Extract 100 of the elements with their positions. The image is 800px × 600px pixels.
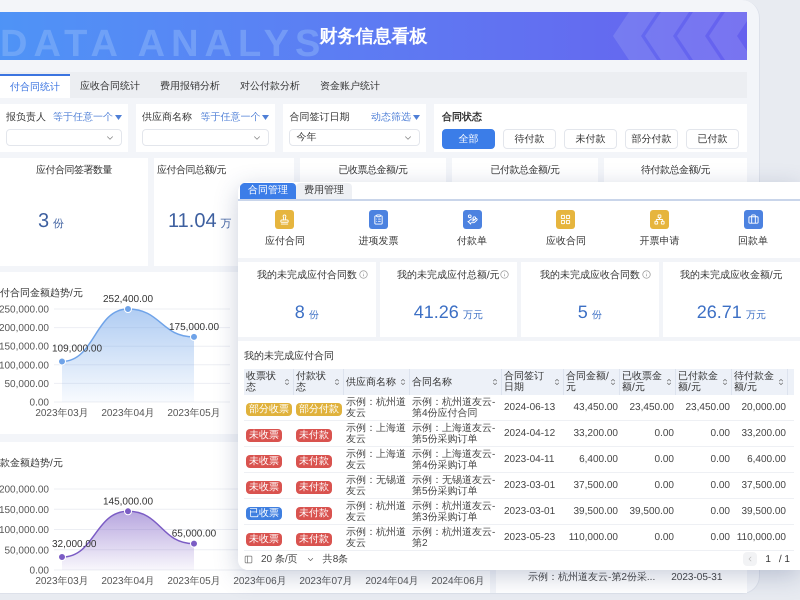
data-label: 145,000.00 [102,496,154,508]
x-tick-label: 2023年03月 [35,576,89,587]
table-cell-text: 2023-05-31 [671,571,722,585]
tab[interactable]: 费用管理 [296,182,352,199]
shortcut-button[interactable]: 付款单 [425,210,519,249]
stat-value: 41.26 [414,300,459,324]
y-tick-label: 50,000.00 [4,378,49,390]
sort-icon [333,378,341,386]
stat-value: 26.71 [696,300,742,324]
x-tick-label: 2024年04月 [365,576,419,587]
sort-icon [721,378,729,386]
panel-icon[interactable] [244,554,253,564]
column-header: 合同名称 [412,376,452,388]
column-header: 已收票金额/元 [622,371,663,393]
table-cell-text: 2023-05-23 [503,532,556,543]
x-tick-label: 2023年04月 [101,408,155,419]
select-field[interactable] [142,129,270,146]
table-cell-text: 39,500.00 [740,506,787,517]
table-cell-text: 示例：上海道友云 [345,422,407,444]
stat-value: 5 [578,300,588,324]
status-badge: 未收票 [246,454,282,468]
column-header: 待付款金额/元 [734,371,775,393]
x-tick-label: 2023年04月 [101,576,155,587]
table-cell-text: 20,000.00 [740,402,787,413]
page-size-select[interactable]: 20 条/页 [261,552,315,566]
filter-label: 供应商名称 [142,110,192,125]
select-field[interactable] [6,129,122,146]
tab[interactable]: 应收合同统计 [70,74,150,98]
column-header: 已付款金额/元 [678,371,719,393]
column-header: 供应商名称 [346,376,396,388]
filter-label: 报负责人 [6,110,46,125]
table-cell-text: 0.00 [710,506,731,517]
tab[interactable]: 付合同统计 [0,74,70,98]
sort-icon [283,378,291,386]
filter-label: 合同签订日期 [289,110,350,125]
operator-dropdown[interactable]: 等于任意一个 [200,110,270,125]
status-filter-button[interactable]: 待付款 [503,129,556,149]
sort-icon [553,378,561,386]
table-title: 我的未完成应付合同 [244,351,334,362]
status-filter-button[interactable]: 部分付款 [625,129,678,149]
sort-icon [665,378,673,386]
tab[interactable]: 资金账户统计 [310,74,390,98]
table-cell-text: 43,450.00 [572,402,619,413]
data-point [58,357,66,366]
filter-label: 合同状态 [442,110,483,125]
shortcut-button[interactable]: 开票申请 [612,210,706,249]
previous-page-button[interactable] [743,552,758,566]
kpi-unit: 万 [220,217,232,232]
status-badge: 部分收票 [246,402,292,416]
operator-dropdown[interactable]: 动态筛选 [371,110,420,125]
status-filter-button[interactable]: 全部 [442,129,495,149]
table-cell-text: 23,450.00 [684,402,731,413]
status-badge: 部分付款 [296,402,342,416]
page-total: / 1 [778,552,790,566]
x-tick-label: 2023年05月 [167,408,221,419]
tab[interactable]: 对公付款分析 [230,74,310,98]
status-filter-button[interactable]: 未付款 [564,129,617,149]
select-field[interactable]: 今年 [289,129,420,146]
tab[interactable]: 费用报销分析 [150,74,230,98]
stat-title: 我的未完成应付合同数 [256,268,357,283]
kpi-title: 已付款总金额/元 [490,164,560,178]
sort-icon [491,378,499,386]
current-page[interactable]: 1 [765,552,771,566]
table-cell-text: 示例：无锡道友云-第5份采购订单 [411,474,496,496]
data-point [58,553,66,562]
table-cell-text: 37,500.00 [740,480,787,491]
shortcut-button[interactable]: 回款单 [706,210,800,249]
y-tick-label: 150,000.00 [0,342,49,353]
sort-icon [399,378,407,386]
stat-unit: 份 [308,308,319,323]
table-cell-text: 0.00 [710,454,731,465]
caret-icon [262,115,270,120]
table-cell-text: 110,000.00 [736,532,787,543]
status-badge: 未收票 [246,480,282,494]
kpi-title: 应付合同签署数量 [36,164,112,178]
shortcut-button[interactable]: 应付合同 [238,210,332,249]
tab[interactable]: 合同管理 [240,182,296,199]
table-cell-text: 0.00 [710,532,731,543]
caret-icon [413,115,420,120]
shortcut-button[interactable]: 进项发票 [332,210,426,249]
table-cell-text: 0.00 [654,454,675,465]
column-header: 收票状态 [246,371,277,393]
stat-title: 我的未完成应付总额/元 [396,268,500,283]
operator-dropdown[interactable]: 等于任意一个 [52,110,122,125]
table-cell-text: 39,500.00 [572,506,619,517]
y-tick-label: 0.00 [30,398,49,408]
y-tick-label: 50,000.00 [4,545,49,556]
table-cell-text: 示例：上海道友云-第4份采购订单 [411,448,496,470]
table-cell-text: 2023-04-11 [503,454,556,465]
status-filter-button[interactable]: 已付款 [686,129,739,149]
data-point [190,540,198,548]
kpi-value: 3 [38,209,50,234]
chart-title: 款金额趋势/元 [0,458,63,469]
table-cell-text: 示例：杭州道友云-第2份采... [528,570,656,585]
shortcut-button[interactable]: 应收合同 [518,210,613,249]
table-cell-text: 33,200.00 [572,428,619,439]
table-cell-text: 示例：杭州道友云-第2 [411,526,496,548]
table-cell-text: 示例：杭州道友云 [345,396,407,418]
table-cell-text: 23,450.00 [628,402,675,413]
status-badge: 已收票 [246,506,282,520]
